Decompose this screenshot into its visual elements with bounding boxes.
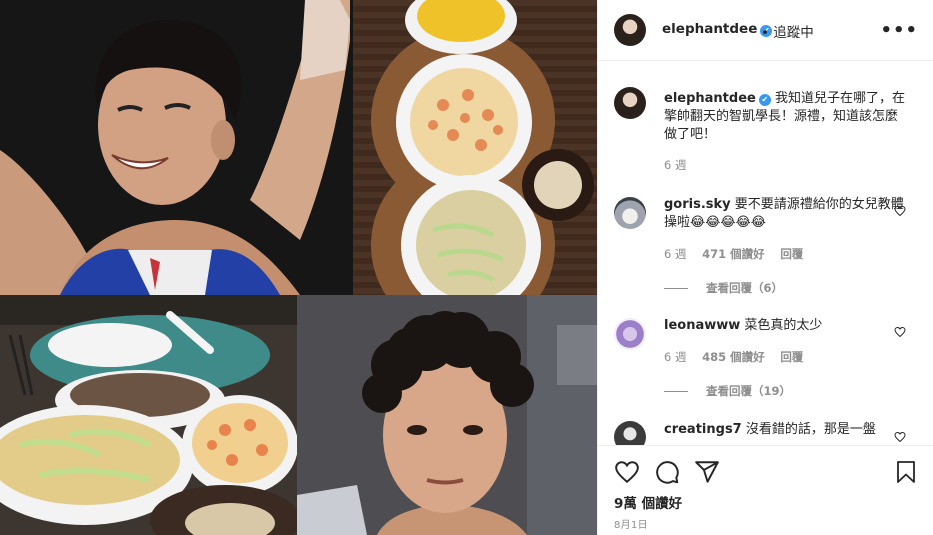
comment-likes[interactable]: 471 個讚好 <box>702 247 765 261</box>
athlete-portrait-illustration <box>297 295 597 535</box>
heart-icon[interactable] <box>894 431 906 443</box>
view-replies-button[interactable]: 查看回覆（19） <box>664 383 791 399</box>
post-header: elephantdee ✔ • 追蹤中 ••• <box>598 0 933 61</box>
follow-status[interactable]: • 追蹤中 <box>761 21 814 41</box>
separator-dot: • <box>761 25 769 41</box>
avatar[interactable] <box>614 318 646 350</box>
photo-dishes-overhead <box>353 0 597 295</box>
comments-list[interactable]: elephantdee ✔ 我知道兒子在哪了，在擎帥翻天的智凱學長！源禮，知道該怎… <box>598 61 933 445</box>
reply-button[interactable]: 回覆 <box>780 350 803 364</box>
comment-body: 菜色真的太少 <box>744 318 823 333</box>
avatar[interactable] <box>614 421 646 445</box>
comment-username[interactable]: goris.sky <box>664 197 731 212</box>
bookmark-icon[interactable] <box>894 459 918 485</box>
comment-time[interactable]: 6 週 <box>664 350 686 364</box>
gymnast-illustration <box>0 0 353 295</box>
post-date[interactable]: 8月1日 <box>614 516 648 531</box>
avatar[interactable] <box>614 14 646 46</box>
share-icon[interactable] <box>694 459 720 485</box>
verified-icon: ✔ <box>758 94 771 106</box>
post-media-collage[interactable] <box>0 0 597 535</box>
avatar[interactable] <box>614 197 646 229</box>
heart-icon[interactable] <box>614 459 640 485</box>
comment-meta: 6 週 471 個讚好 回覆 <box>664 246 815 262</box>
photo-curly-hair-athlete <box>297 295 597 535</box>
dinner-illustration <box>0 295 297 535</box>
view-replies-button[interactable]: 查看回覆（6） <box>664 280 783 296</box>
follow-button[interactable]: 追蹤中 <box>773 25 814 41</box>
comment-text: leonawww 菜色真的太少 <box>664 317 906 335</box>
reply-button[interactable]: 回覆 <box>780 247 803 261</box>
comment-body: 沒看錯的話，那是一盤 <box>745 422 876 437</box>
comment-time[interactable]: 6 週 <box>664 247 686 261</box>
comment-username[interactable]: leonawww <box>664 318 740 333</box>
comment-likes[interactable]: 485 個讚好 <box>702 350 765 364</box>
view-replies-label[interactable]: 查看回覆（6） <box>706 281 783 295</box>
likes-count[interactable]: 9萬 個讚好 <box>614 492 682 512</box>
heart-icon[interactable] <box>894 205 906 217</box>
header-username-link[interactable]: elephantdee <box>662 21 757 37</box>
comment-text: creatings7 沒看錯的話，那是一盤 <box>664 421 906 439</box>
photo-gymnast-celebrating <box>0 0 353 295</box>
comment-icon[interactable] <box>654 459 680 485</box>
avatar[interactable] <box>614 87 646 119</box>
caption-username[interactable]: elephantdee <box>664 91 756 106</box>
dishes-illustration <box>353 0 597 295</box>
caption-text: elephantdee ✔ 我知道兒子在哪了，在擎帥翻天的智凱學長！源禮，知道該怎… <box>664 90 906 144</box>
post-sidebar: elephantdee ✔ • 追蹤中 ••• elephantdee ✔ 我知道兒… <box>597 0 933 535</box>
comment-meta: 6 週 485 個讚好 回覆 <box>664 349 815 365</box>
comment-username[interactable]: creatings7 <box>664 422 742 437</box>
photo-dinner-table <box>0 295 297 535</box>
heart-icon[interactable] <box>894 326 906 338</box>
more-options-icon[interactable]: ••• <box>880 20 918 41</box>
post-actions: 9萬 個讚好 8月1日 <box>598 445 933 535</box>
view-replies-label[interactable]: 查看回覆（19） <box>706 384 791 398</box>
caption-time[interactable]: 6 週 <box>664 158 686 172</box>
header-username[interactable]: elephantdee ✔ <box>662 21 773 37</box>
comment-text: goris.sky 要不要請源禮給你的女兒教體操啦😂😂😂😂😂 <box>664 196 906 232</box>
caption-meta: 6 週 <box>664 157 698 173</box>
